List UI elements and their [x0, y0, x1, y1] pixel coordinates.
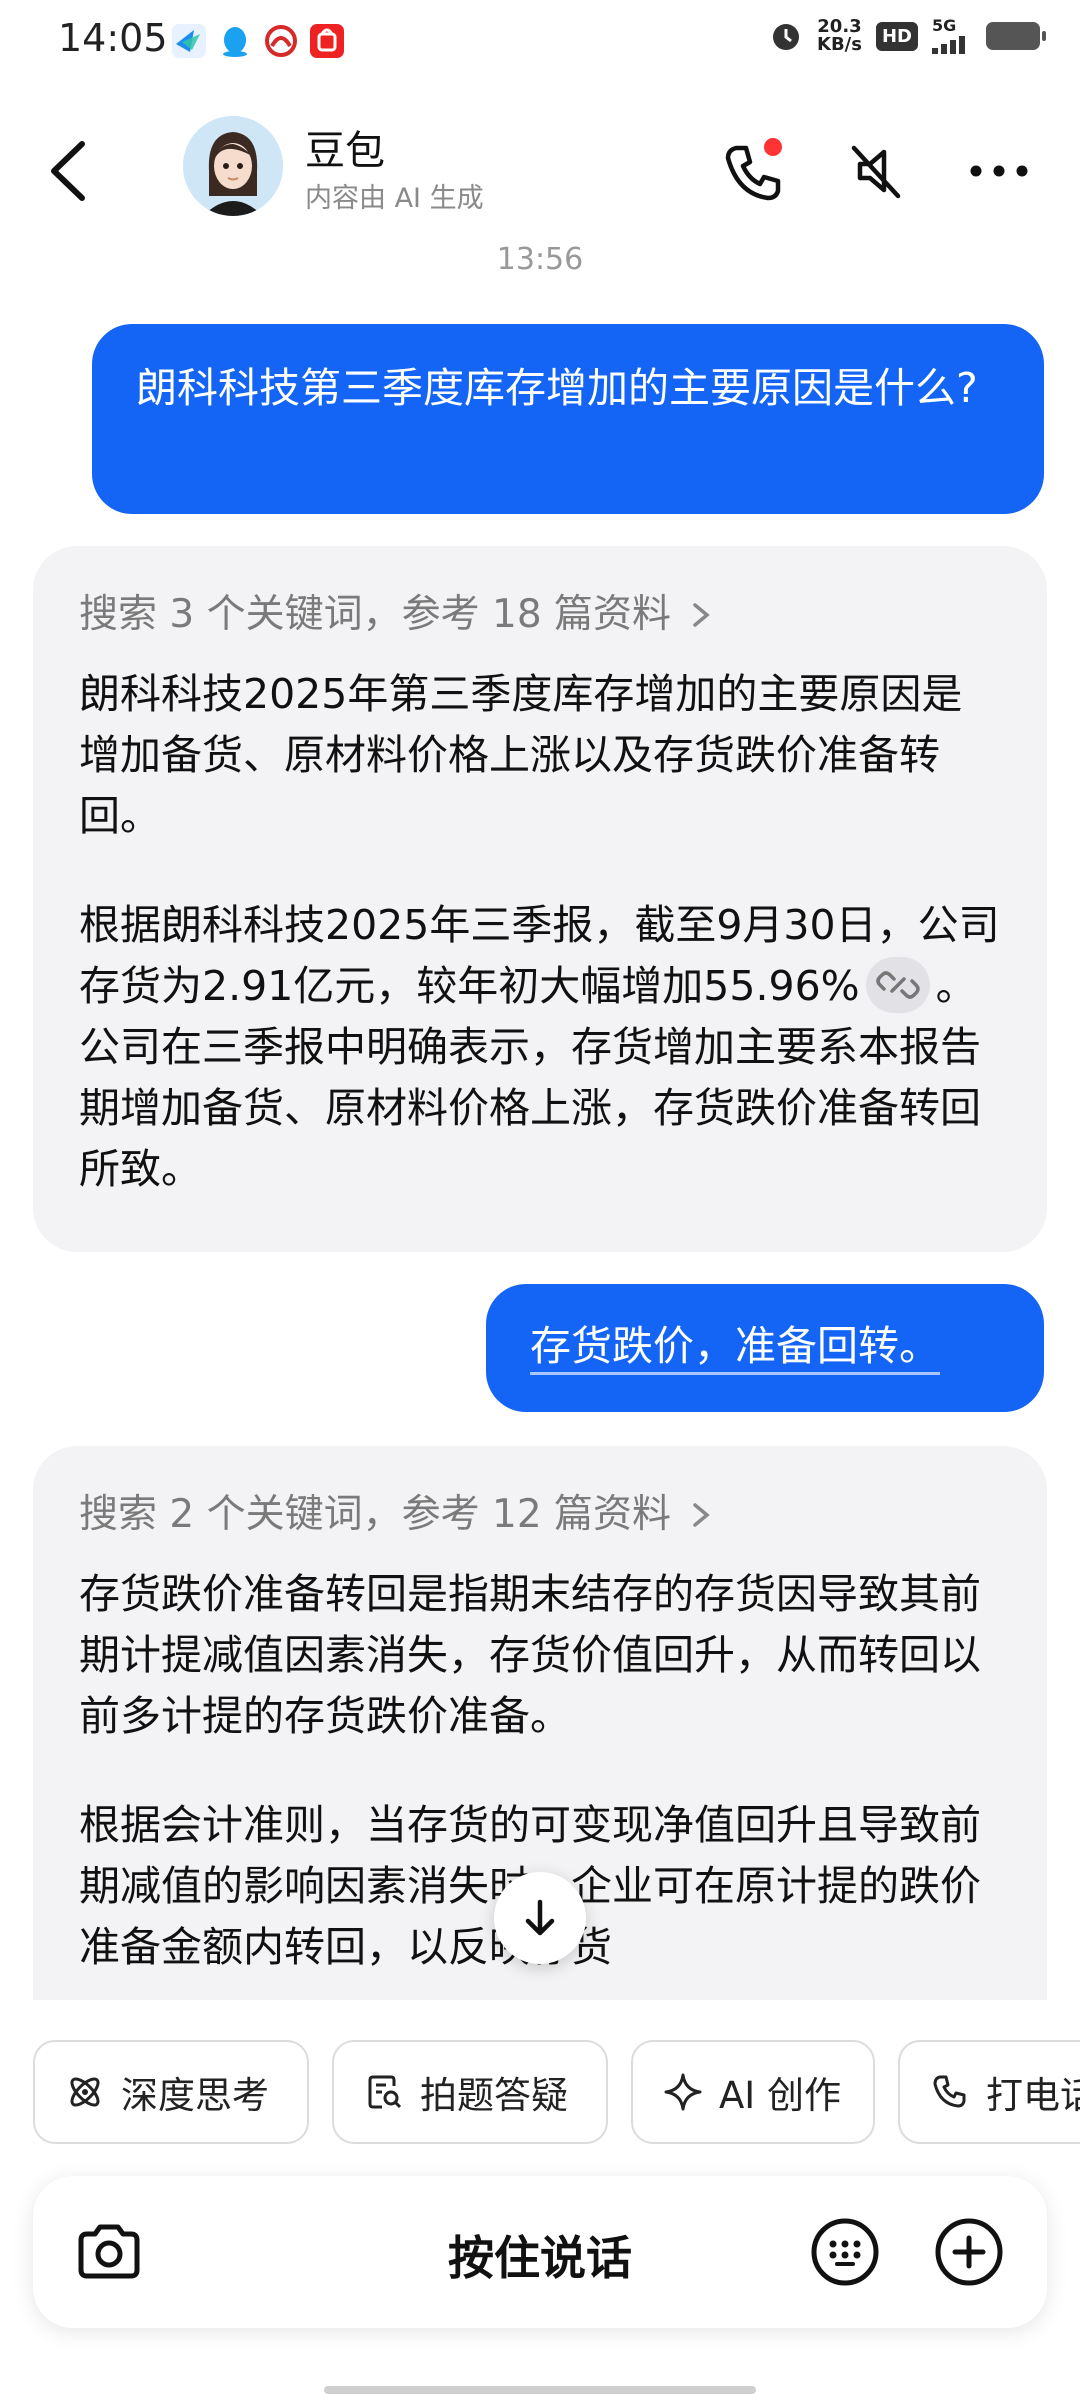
search-references-link[interactable]: 搜索 2 个关键词，参考 12 篇资料 [79, 1486, 1001, 1544]
status-bar: 14:05 20.3 KB/s HD 5G [0, 0, 1080, 84]
more-options-button[interactable] [964, 136, 1034, 206]
back-arrow-icon [51, 141, 85, 201]
phone-call-chip[interactable]: 打电话 [898, 2040, 1080, 2144]
search-references-link[interactable]: 搜索 3 个关键词，参考 18 篇资料 [79, 586, 1001, 644]
atom-icon [70, 2077, 100, 2107]
app-notification-icon [172, 24, 206, 58]
chevron-right-icon [693, 1503, 710, 1527]
answer-paragraph: 存货跌价准备转回是指期末结存的存货因导致其前期计提减值因素消失，存货价值回升，从… [79, 1570, 981, 1740]
deep-think-chip[interactable]: 深度思考 [33, 2040, 309, 2144]
answer-paragraph: 朗科科技2025年第三季度库存增加的主要原因是增加备货、原材料价格上涨以及存货跌… [79, 670, 963, 840]
chat-header: 豆包 内容由 AI 生成 [0, 100, 1080, 240]
arrow-down-icon [525, 1899, 555, 1936]
keyboard-button[interactable] [807, 2214, 883, 2290]
speaker-mute-icon [851, 145, 901, 199]
phone-icon [933, 2075, 966, 2108]
shopping-notification-icon [310, 24, 344, 58]
sparkle-icon [664, 2073, 702, 2111]
alarm-icon [773, 24, 800, 50]
user-message[interactable]: 存货跌价，准备回转。 [486, 1284, 1044, 1412]
link-icon [875, 971, 920, 999]
network-speed: 20.3 KB/s [817, 16, 862, 55]
search-summary: 搜索 2 个关键词，参考 12 篇资料 [79, 1492, 672, 1537]
voice-input-bar[interactable]: 按住说话 [33, 2176, 1047, 2328]
chat-title: 豆包 [305, 128, 385, 174]
add-button[interactable] [931, 2214, 1007, 2290]
scroll-to-bottom-button[interactable] [494, 1872, 586, 1964]
notification-dot [764, 138, 782, 156]
home-indicator[interactable] [324, 2386, 756, 2394]
hd-badge: HD [875, 21, 918, 51]
plus-icon [935, 2218, 1003, 2286]
status-time: 14:05 [58, 16, 168, 60]
signal-icon: 5G [932, 18, 972, 54]
search-summary: 搜索 3 个关键词，参考 18 篇资料 [79, 592, 672, 637]
ai-create-chip[interactable]: AI 创作 [631, 2040, 875, 2144]
quick-actions-bar: 深度思考 拍题答疑 AI 创作 打电话 [0, 2000, 1080, 2145]
back-button[interactable] [40, 136, 100, 206]
assistant-message[interactable]: 搜索 3 个关键词，参考 18 篇资料 朗科科技2025年第三季度库存增加的主要… [33, 546, 1047, 1252]
hold-to-talk[interactable]: 按住说话 [33, 2222, 1047, 2288]
keyboard-icon [811, 2218, 879, 2286]
bank-notification-icon [264, 24, 298, 58]
scan-question-icon [368, 2075, 402, 2109]
user-message-text: 朗科科技第三季度库存增加的主要原因是什么? [136, 364, 978, 412]
message-timestamp: 13:56 [496, 242, 584, 277]
battery-icon [986, 22, 1046, 50]
qq-notification-icon [218, 24, 252, 58]
chevron-right-icon [693, 603, 710, 627]
answer-paragraph: 根据朗科科技2025年三季报，截至9月30日，公司存货为2.91亿元，较年初大幅… [79, 901, 1000, 1193]
source-link-button[interactable] [865, 957, 930, 1013]
more-icon [970, 165, 1028, 177]
user-message-text: 存货跌价，准备回转。 [530, 1322, 940, 1375]
ai-generated-notice: 内容由 AI 生成 [305, 183, 484, 214]
bot-avatar[interactable] [183, 116, 283, 216]
voice-call-button[interactable] [718, 136, 788, 206]
photo-question-chip[interactable]: 拍题答疑 [332, 2040, 608, 2144]
user-message[interactable]: 朗科科技第三季度库存增加的主要原因是什么? [92, 324, 1044, 514]
mute-button[interactable] [840, 136, 910, 206]
